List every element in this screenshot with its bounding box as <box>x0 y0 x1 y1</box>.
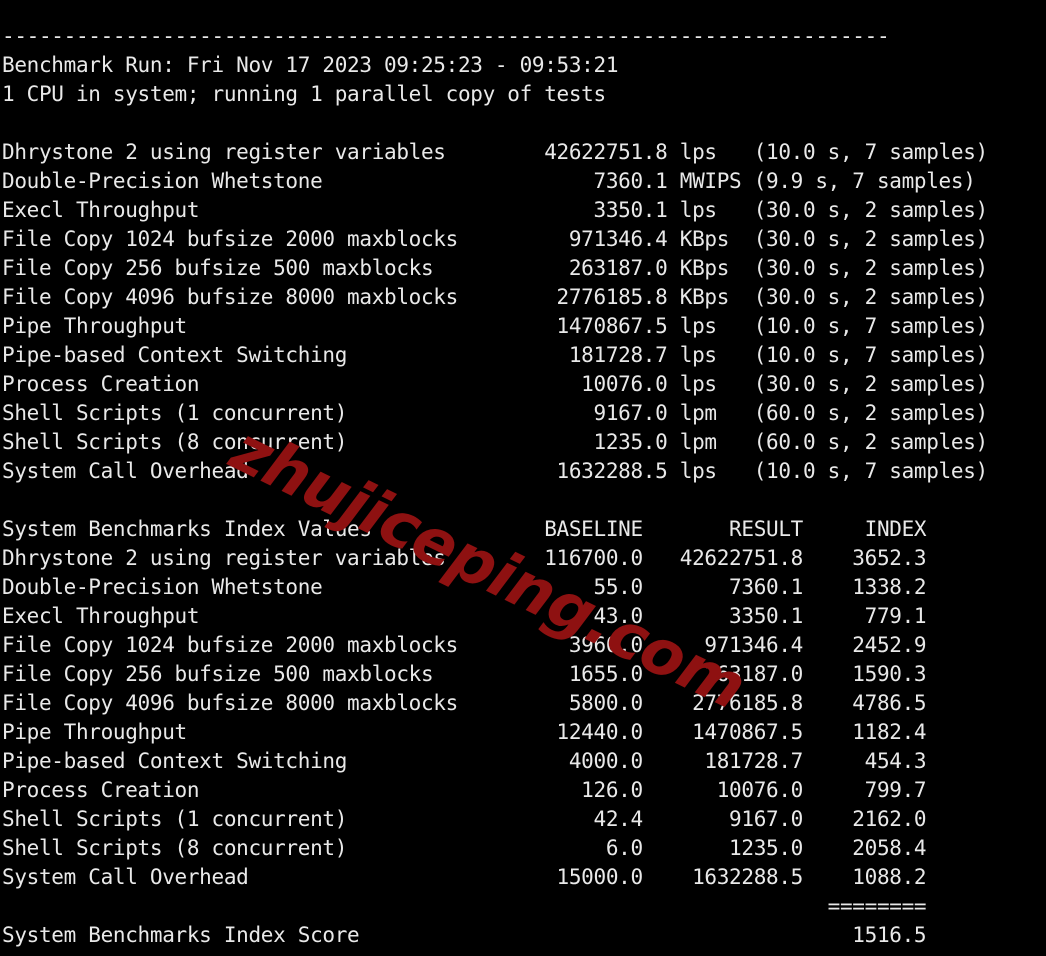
terminal-line: Shell Scripts (8 concurrent) 1235.0 lpm … <box>2 430 988 454</box>
terminal-line: Execl Throughput 43.0 3350.1 779.1 <box>2 604 927 628</box>
terminal-line: Shell Scripts (8 concurrent) 6.0 1235.0 … <box>2 836 927 860</box>
terminal-line: File Copy 1024 bufsize 2000 maxblocks 97… <box>2 227 988 251</box>
terminal-line: Process Creation 10076.0 lps (30.0 s, 2 … <box>2 372 988 396</box>
terminal-line: Benchmark Run: Fri Nov 17 2023 09:25:23 … <box>2 53 619 77</box>
terminal-line: Dhrystone 2 using register variables 426… <box>2 140 988 164</box>
terminal-line: File Copy 1024 bufsize 2000 maxblocks 39… <box>2 633 927 657</box>
terminal-line: Pipe-based Context Switching 181728.7 lp… <box>2 343 988 367</box>
terminal-line: Execl Throughput 3350.1 lps (30.0 s, 2 s… <box>2 198 988 222</box>
terminal-line: Pipe Throughput 1470867.5 lps (10.0 s, 7… <box>2 314 988 338</box>
terminal-line: Shell Scripts (1 concurrent) 42.4 9167.0… <box>2 807 927 831</box>
terminal-line: File Copy 4096 bufsize 8000 maxblocks 27… <box>2 285 988 309</box>
terminal-line: Pipe Throughput 12440.0 1470867.5 1182.4 <box>2 720 927 744</box>
terminal-line: 1 CPU in system; running 1 parallel copy… <box>2 82 606 106</box>
terminal-line: File Copy 4096 bufsize 8000 maxblocks 58… <box>2 691 927 715</box>
terminal-line: Pipe-based Context Switching 4000.0 1817… <box>2 749 927 773</box>
terminal-line: File Copy 256 bufsize 500 maxblocks 2631… <box>2 256 988 280</box>
terminal-line: File Copy 256 bufsize 500 maxblocks 1655… <box>2 662 927 686</box>
terminal-line: System Call Overhead 15000.0 1632288.5 1… <box>2 865 927 889</box>
terminal-line: Shell Scripts (1 concurrent) 9167.0 lpm … <box>2 401 988 425</box>
terminal-line: Double-Precision Whetstone 55.0 7360.1 1… <box>2 575 927 599</box>
terminal-output: ----------------------------------------… <box>0 21 1046 956</box>
terminal-line: System Benchmarks Index Values BASELINE … <box>2 517 927 541</box>
terminal-line: System Call Overhead 1632288.5 lps (10.0… <box>2 459 988 483</box>
terminal-line: System Benchmarks Index Score 1516.5 <box>2 923 927 947</box>
terminal-line: ----------------------------------------… <box>2 24 890 48</box>
terminal-line: Dhrystone 2 using register variables 116… <box>2 546 927 570</box>
terminal-line: Process Creation 126.0 10076.0 799.7 <box>2 778 927 802</box>
terminal-line: ======== <box>2 894 927 918</box>
terminal-line: Double-Precision Whetstone 7360.1 MWIPS … <box>2 169 976 193</box>
